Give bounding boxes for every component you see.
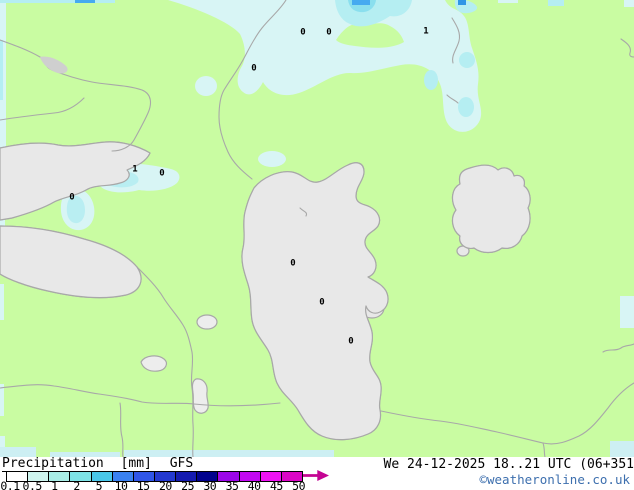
scale-label: 35 — [226, 479, 239, 490]
scale-label: 30 — [203, 479, 216, 490]
scale-label: 0.5 — [23, 479, 42, 490]
legend-unit: [mm] — [121, 456, 152, 471]
scale-label: 15 — [137, 479, 150, 490]
map-value-label: 0 — [290, 260, 295, 269]
scale-label: 45 — [270, 479, 283, 490]
legend-model: GFS — [170, 456, 193, 471]
map-value-label: 0 — [319, 299, 324, 308]
scale-label: 25 — [181, 479, 194, 490]
map-area[interactable]: 0 0 1 0 1 0 0 0 0 0 — [0, 0, 634, 457]
scale-label: 50 — [292, 479, 305, 490]
map-value-label: 1 — [132, 166, 137, 175]
lake-1 — [197, 315, 217, 329]
legend-title: Precipitation — [2, 456, 104, 472]
legend-title-row: Precipitation [mm] GFS — [2, 456, 193, 471]
map-value-label: 0 — [69, 194, 74, 203]
scale-label: 2 — [73, 479, 79, 490]
scale-label: 0.1 — [0, 479, 19, 490]
map-value-label: 0 — [159, 170, 164, 179]
map-value-label: 0 — [300, 29, 305, 38]
scale-label: 10 — [115, 479, 128, 490]
scale-labels: 0.10.5125101520253035404550 — [0, 479, 340, 490]
scale-label: 1 — [51, 479, 57, 490]
scale-label: 40 — [248, 479, 261, 490]
map-value-label: 0 — [348, 338, 353, 347]
copyright-text: ©weatheronline.co.uk — [479, 472, 630, 487]
scale-label: 5 — [96, 479, 102, 490]
map-value-label: 1 — [423, 28, 428, 37]
weather-map-svg — [0, 0, 634, 457]
lake-3 — [192, 379, 208, 413]
legend-bar: Precipitation [mm] GFS 0.10.512510152025… — [0, 457, 634, 490]
weather-map-screenshot: 0010100000 Precipitation [mm] GFS 0.10.5… — [0, 0, 634, 490]
map-value-label: 0 — [326, 29, 331, 38]
forecast-datetime: We 24-12-2025 18..21 UTC (06+351 — [384, 457, 634, 472]
map-value-label: 0 — [251, 65, 256, 74]
scale-label: 20 — [159, 479, 172, 490]
